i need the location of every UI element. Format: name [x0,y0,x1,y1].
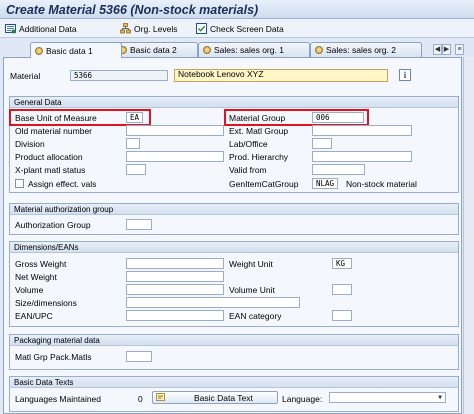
languages-maintained-label: Languages Maintained [15,394,102,404]
tab-strip: Basic data 1 Basic data 2 Sales: sales o… [0,38,474,58]
authorization-group-label: Authorization Group [15,220,91,230]
vertical-scrollbar[interactable] [463,57,474,414]
weight-unit-label: Weight Unit [229,259,273,269]
org-levels-label: Org. Levels [134,23,178,34]
authorization-heading: Material authorization group [10,204,458,215]
product-allocation-field[interactable] [126,151,224,162]
check-screen-data-label: Check Screen Data [210,23,284,34]
weight-unit-field[interactable]: KG [332,258,352,269]
basic-data-text-icon [156,392,166,404]
base-uom-label: Base Unit of Measure [15,113,97,123]
dimensions-heading: Dimensions/EANs [10,242,458,253]
org-levels-button[interactable]: Org. Levels [120,22,177,35]
valid-from-field[interactable] [312,164,365,175]
xplant-status-label: X-plant matl status [15,165,86,175]
material-number-field[interactable]: 5366 [70,70,168,81]
gross-weight-field[interactable] [126,258,224,269]
matl-grp-pack-label: Matl Grp Pack.Matls [15,352,92,362]
application-toolbar: Additional Data Org. Levels Check Screen… [0,19,474,38]
volume-field[interactable] [126,284,224,295]
tab-basic-data-2[interactable]: Basic data 2 [114,42,198,57]
language-label: Language: [282,394,323,404]
division-label: Division [15,139,45,149]
base-uom-field[interactable]: EA [126,112,143,123]
assign-effect-label: Assign effect. vals [28,179,97,189]
xplant-status-field[interactable] [126,164,146,175]
tab-basic-data-1[interactable]: Basic data 1 [30,42,122,58]
net-weight-field[interactable] [126,271,224,282]
window-title: Create Material 5366 (Non-stock material… [6,3,259,17]
material-group-field[interactable]: 006 [312,112,364,123]
matl-grp-pack-field[interactable] [126,351,152,362]
check-screen-data-button[interactable]: Check Screen Data [196,22,284,35]
old-material-label: Old material number [15,126,93,136]
ean-upc-field[interactable] [126,310,224,321]
tab-scroll-left-icon[interactable]: ◀ [433,44,442,55]
tab-status-icon [35,46,43,55]
net-weight-label: Net Weight [15,272,57,282]
basic-data-texts-heading: Basic Data Texts [10,377,458,388]
product-allocation-label: Product allocation [15,152,83,162]
tab-label: Basic data 2 [130,45,177,55]
general-data-heading: General Data [10,97,458,108]
check-screen-data-icon [196,23,207,34]
ean-upc-label: EAN/UPC [15,311,53,321]
tab-status-icon [315,46,323,54]
volume-unit-field[interactable] [332,284,352,295]
lab-office-field[interactable] [312,138,332,149]
tab-label: Basic data 1 [46,45,93,56]
tab-content: Material 5366 Notebook Lenovo XYZ i Gene… [3,57,462,414]
org-levels-icon [120,23,131,34]
gen-item-cat-field[interactable]: NLAG [312,178,338,189]
tab-sales-org-2[interactable]: Sales: sales org. 2 [310,42,422,57]
gen-item-cat-text: Non-stock material [346,179,417,189]
authorization-group-box: Material authorization group [9,203,459,235]
ean-category-label: EAN category [229,311,282,321]
authorization-group-field[interactable] [126,219,152,230]
valid-from-label: Valid from [229,165,267,175]
additional-data-icon [5,23,16,34]
division-field[interactable] [126,138,140,149]
tab-status-icon [203,46,211,54]
size-dimensions-field[interactable] [126,297,300,308]
gen-item-cat-label: GenItemCatGroup [229,179,299,189]
gross-weight-label: Gross Weight [15,259,67,269]
language-dropdown[interactable]: ▼ [329,392,446,403]
material-description-field[interactable]: Notebook Lenovo XYZ [174,69,388,82]
material-group-label: Material Group [229,113,286,123]
tab-label: Sales: sales org. 1 [214,45,284,55]
ext-matl-group-field[interactable] [312,125,412,136]
tab-sales-org-1[interactable]: Sales: sales org. 1 [198,42,310,57]
assign-effect-checkbox[interactable] [15,179,24,188]
languages-count: 0 [138,394,143,404]
packaging-heading: Packaging material data [10,335,458,346]
tab-list-icon[interactable]: ≡ [455,44,464,55]
ext-matl-group-label: Ext. Matl Group [229,126,289,136]
volume-label: Volume [15,285,44,295]
prod-hierarchy-field[interactable] [312,151,412,162]
material-label: Material [10,71,41,81]
additional-data-button[interactable]: Additional Data [5,22,77,35]
prod-hierarchy-label: Prod. Hierarchy [229,152,289,162]
additional-data-label: Additional Data [19,23,77,34]
ean-category-field[interactable] [332,310,352,321]
old-material-field[interactable] [126,125,224,136]
basic-data-text-label: Basic Data Text [194,392,253,403]
info-icon[interactable]: i [399,69,411,81]
tab-label: Sales: sales org. 2 [326,45,396,55]
size-dimensions-label: Size/dimensions [15,298,77,308]
volume-unit-label: Volume Unit [229,285,275,295]
title-bar: Create Material 5366 (Non-stock material… [0,0,474,19]
tab-scroll-right-icon[interactable]: ▶ [442,44,451,55]
basic-data-text-button[interactable]: Basic Data Text [152,391,278,404]
chevron-down-icon: ▼ [438,394,442,401]
lab-office-label: Lab/Office [229,139,268,149]
